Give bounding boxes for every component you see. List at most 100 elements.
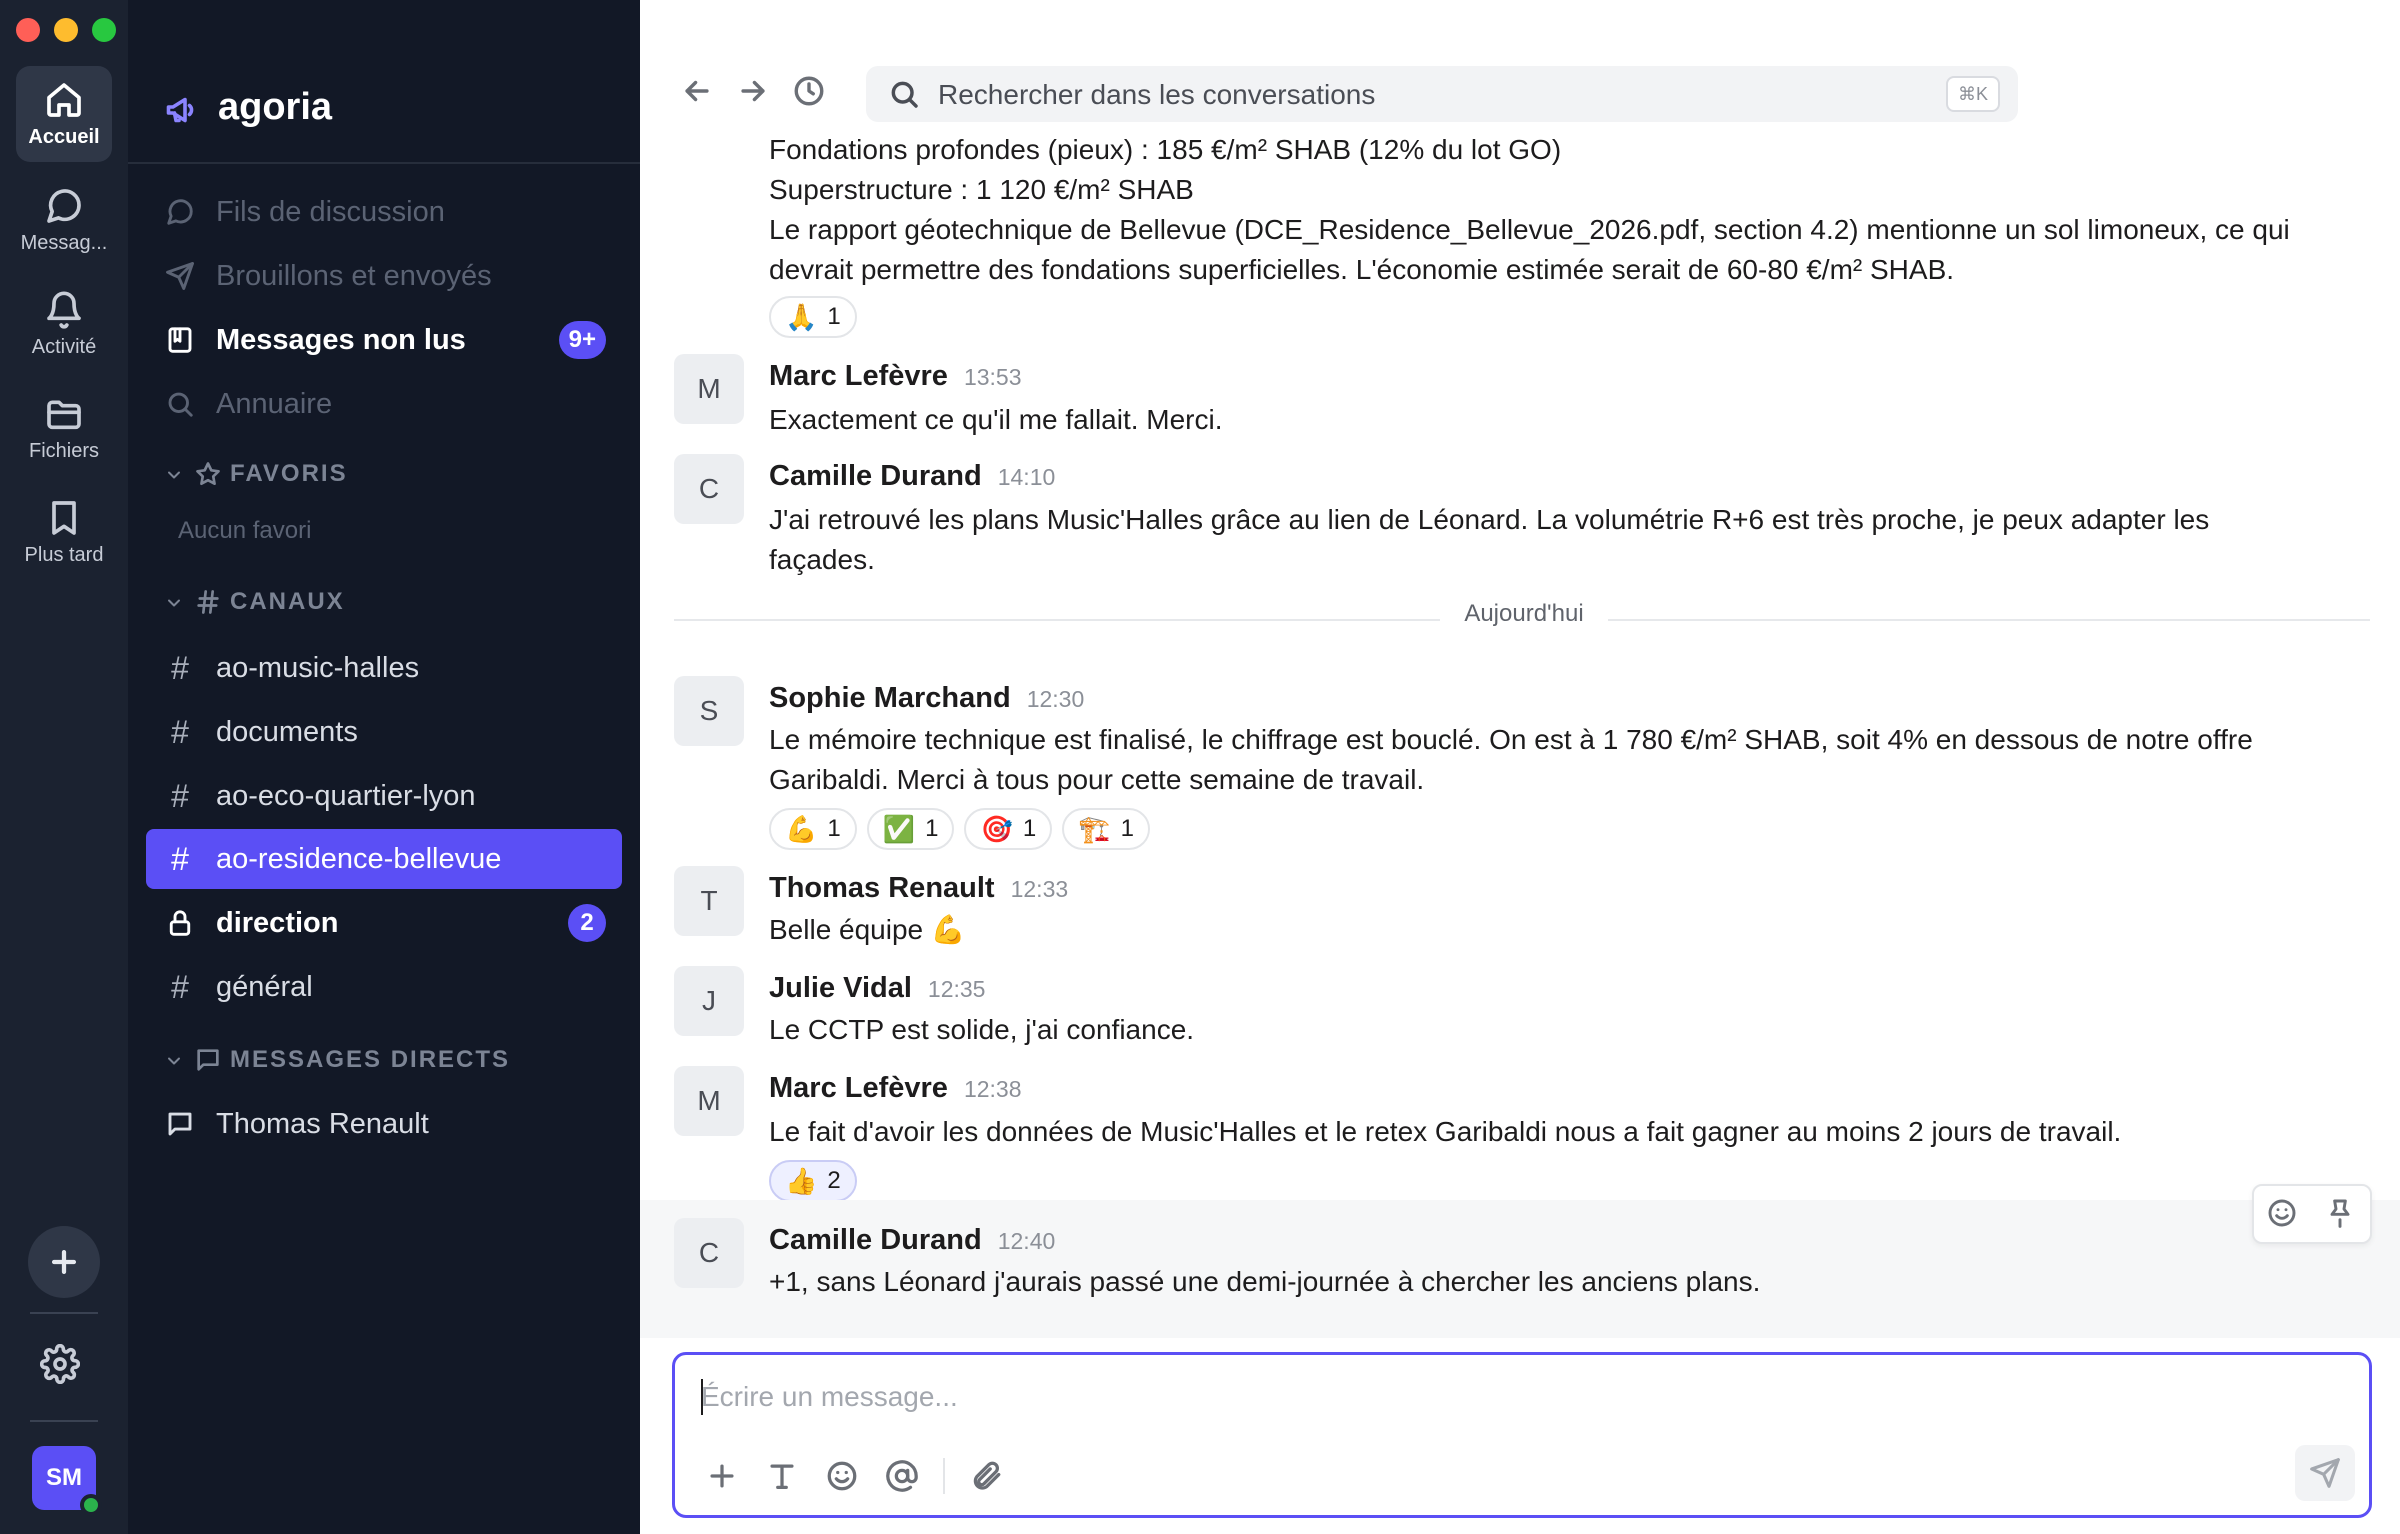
add-reaction-button[interactable] [2266,1197,2300,1231]
search-bar[interactable]: Rechercher dans les conversations ⌘K [866,66,2018,122]
message-line: Le mémoire technique est finalisé, le ch… [769,724,2253,755]
avatar-initials: SM [46,1464,82,1491]
minimize-window-button[interactable] [54,18,78,42]
workspace-header[interactable]: agoria [128,0,640,164]
message-line: Garibaldi. Merci à tous pour cette semai… [769,764,1425,795]
reaction-chip[interactable]: 🏗️ 1 [1062,808,1150,850]
message-header: Sophie Marchand 12:30 [769,682,1084,715]
history-button[interactable] [792,74,832,114]
favorites-empty-text: Aucun favori [178,517,312,544]
reaction-emoji: 🏗️ [1078,813,1111,844]
forward-button[interactable] [736,74,776,114]
message-time[interactable]: 14:10 [998,464,1056,490]
author-avatar[interactable]: C [674,1218,744,1288]
rail-activity[interactable]: Activité [16,276,112,372]
format-text-button[interactable] [763,1457,801,1495]
back-button[interactable] [680,74,720,114]
app-window: Accueil Messag... Activité Fichiers Plus… [0,0,2400,1534]
section-label: CANAUX [230,588,345,615]
message-header: Thomas Renault 12:33 [769,872,1068,905]
message-time[interactable]: 12:40 [998,1228,1056,1254]
author-name[interactable]: Marc Lefèvre [769,1072,948,1104]
chevron-down-icon [164,1050,184,1070]
message-composer[interactable]: Écrire un message... [672,1352,2372,1518]
inbox-icon [164,324,196,356]
rail-home[interactable]: Accueil [16,66,112,162]
message-time[interactable]: 12:30 [1027,686,1085,712]
rail-messages[interactable]: Messag... [16,172,112,268]
favorites-section-header[interactable]: FAVORIS [164,460,348,488]
emoji-button[interactable] [823,1457,861,1495]
section-label: MESSAGES DIRECTS [230,1046,511,1073]
send-button[interactable] [2295,1445,2355,1501]
reaction-chip[interactable]: 💪 1 [769,808,857,850]
unread-badge: 9+ [558,321,606,359]
nav-drafts[interactable]: Brouillons et envoyés [146,246,622,306]
settings-button[interactable] [39,1343,88,1392]
close-window-button[interactable] [16,18,40,42]
dm-section-header[interactable]: MESSAGES DIRECTS [164,1046,510,1074]
author-avatar[interactable]: M [674,354,744,424]
attach-file-button[interactable] [967,1457,1005,1495]
add-workspace-button[interactable] [28,1226,100,1298]
app-rail: Accueil Messag... Activité Fichiers Plus… [0,0,128,1534]
message-time[interactable]: 12:33 [1011,876,1069,902]
pin-message-button[interactable] [2324,1197,2358,1231]
channel-item[interactable]: # ao-eco-quartier-lyon [146,766,622,826]
rail-divider [30,1312,98,1314]
reaction-emoji: 🎯 [980,813,1013,844]
reaction-chip[interactable]: 👍 2 [769,1160,857,1202]
user-avatar[interactable]: SM [32,1446,102,1516]
reaction-count: 1 [827,303,841,330]
author-avatar[interactable]: J [674,966,744,1036]
reaction-emoji: ✅ [882,813,916,844]
author-name[interactable]: Thomas Renault [769,872,995,904]
author-name[interactable]: Camille Durand [769,460,982,492]
author-avatar[interactable]: T [674,866,744,936]
rail-label: Plus tard [24,543,104,566]
author-avatar[interactable]: S [674,676,744,746]
author-avatar[interactable]: C [674,454,744,524]
rail-files[interactable]: Fichiers [16,380,112,476]
mention-button[interactable] [883,1457,921,1495]
reaction-chip[interactable]: ✅ 1 [866,808,955,850]
send-icon [164,260,196,292]
text-cursor [701,1379,703,1415]
unread-badge: 2 [568,904,606,942]
nav-threads[interactable]: Fils de discussion [146,182,622,242]
message-time[interactable]: 13:53 [964,364,1022,390]
author-avatar[interactable]: M [674,1066,744,1136]
channel-item-private[interactable]: direction 2 [146,893,622,953]
message-header: Marc Lefèvre 12:38 [769,1072,1022,1105]
attach-plus-button[interactable] [703,1457,741,1495]
message-line: Superstructure : 1 120 €/m² SHAB [769,174,1194,205]
author-name[interactable]: Sophie Marchand [769,682,1011,714]
reaction-bar: 🙏 1 [769,296,857,338]
channel-item[interactable]: # général [146,957,622,1017]
composer-toolbar [703,1457,1005,1495]
rail-divider [30,1420,98,1422]
nav-unread[interactable]: Messages non lus 9+ [146,310,622,370]
channel-item-active[interactable]: # ao-residence-bellevue [146,829,622,889]
zoom-window-button[interactable] [92,18,116,42]
toolbar-divider [943,1458,945,1494]
nav-directory[interactable]: Annuaire [146,374,622,434]
channel-item[interactable]: # documents [146,702,622,762]
clock-icon [794,76,824,106]
channel-item[interactable]: # ao-music-halles [146,638,622,698]
message-time[interactable]: 12:35 [928,976,986,1002]
message-time[interactable]: 12:38 [964,1076,1022,1102]
reaction-count: 1 [827,815,841,842]
rail-later[interactable]: Plus tard [16,484,112,580]
section-label: FAVORIS [230,460,348,487]
dm-item[interactable]: Thomas Renault [146,1094,622,1154]
message-line: Belle équipe 💪 [769,914,966,945]
reaction-chip[interactable]: 🙏 1 [769,296,857,338]
author-name[interactable]: Marc Lefèvre [769,360,948,392]
channels-section-header[interactable]: CANAUX [164,588,345,616]
reaction-chip[interactable]: 🎯 1 [964,808,1053,850]
window-controls [16,18,116,42]
author-name[interactable]: Camille Durand [769,1224,982,1256]
author-name[interactable]: Julie Vidal [769,972,912,1004]
at-sign-icon [886,1460,918,1492]
